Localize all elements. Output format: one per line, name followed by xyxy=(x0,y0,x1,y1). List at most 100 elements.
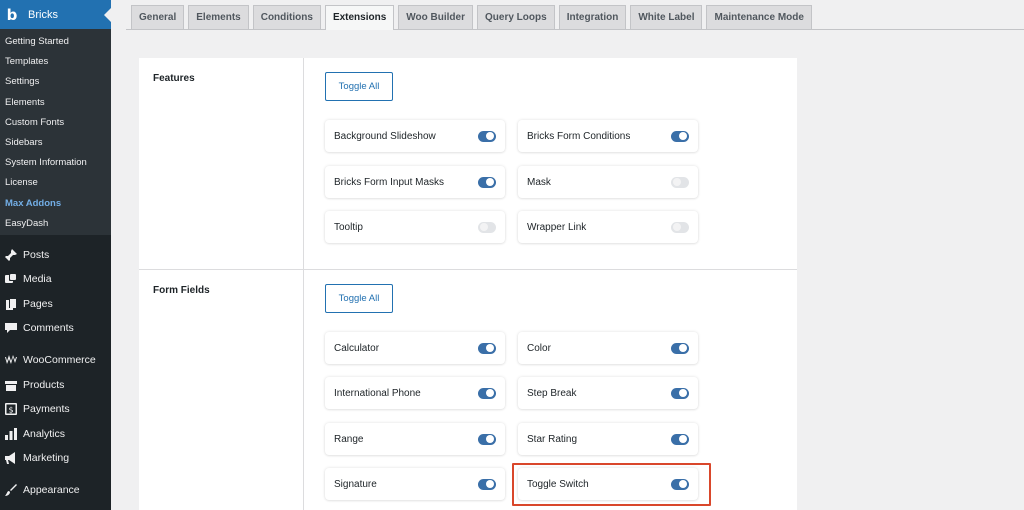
card-label: Wrapper Link xyxy=(527,221,587,233)
field-card-range: Range xyxy=(325,423,505,455)
sidebar-item-pages[interactable]: Pages xyxy=(0,293,111,315)
toggle-switch[interactable] xyxy=(671,130,689,142)
field-card-international-phone: International Phone xyxy=(325,377,505,409)
sidebar-item-posts[interactable]: Posts xyxy=(0,244,111,266)
current-menu-arrow xyxy=(104,8,111,22)
feature-card-bricks-form-input-masks: Bricks Form Input Masks xyxy=(325,166,505,198)
svg-text:$: $ xyxy=(8,406,13,415)
feature-card-background-slideshow: Background Slideshow xyxy=(325,120,505,152)
sidebar-item-marketing[interactable]: Marketing xyxy=(0,447,111,469)
column-divider xyxy=(303,58,304,510)
payments-icon: $ xyxy=(4,403,17,416)
card-label: Mask xyxy=(527,176,551,188)
tab-woo-builder[interactable]: Woo Builder xyxy=(398,5,473,29)
sidebar-item-label: Appearance xyxy=(23,484,80,496)
toggle-switch[interactable] xyxy=(478,176,496,188)
submenu-getting-started[interactable]: Getting Started xyxy=(0,32,111,52)
toggle-switch[interactable] xyxy=(478,130,496,142)
sidebar-item-bricks[interactable]: b Bricks xyxy=(0,0,111,29)
toggle-switch[interactable] xyxy=(478,478,496,490)
toggle-switch[interactable] xyxy=(478,342,496,354)
sidebar-item-payments[interactable]: $ Payments xyxy=(0,398,111,420)
analytics-icon xyxy=(4,428,17,441)
feature-card-tooltip: Tooltip xyxy=(325,211,505,243)
appearance-icon xyxy=(4,484,17,497)
toggle-switch[interactable] xyxy=(671,387,689,399)
submenu-templates[interactable]: Templates xyxy=(0,52,111,72)
submenu-settings[interactable]: Settings xyxy=(0,72,111,92)
sidebar-item-label: Comments xyxy=(23,322,74,334)
toggle-switch[interactable] xyxy=(671,221,689,233)
card-label: Background Slideshow xyxy=(334,130,436,142)
pin-icon xyxy=(4,249,17,262)
tab-white-label[interactable]: White Label xyxy=(630,5,703,29)
sidebar-item-woocommerce[interactable]: WooCommerce xyxy=(0,349,111,371)
tab-conditions[interactable]: Conditions xyxy=(252,5,321,29)
sidebar-brand-label: Bricks xyxy=(28,8,58,21)
feature-card-bricks-form-conditions: Bricks Form Conditions xyxy=(518,120,698,152)
submenu-elements[interactable]: Elements xyxy=(0,93,111,113)
bricks-logo-icon: b xyxy=(6,5,18,24)
products-icon xyxy=(4,379,17,392)
sidebar-item-label: WooCommerce xyxy=(23,354,96,366)
section-title-features: Features xyxy=(153,73,195,84)
section-title-form-fields: Form Fields xyxy=(153,285,210,296)
card-label: Star Rating xyxy=(527,433,578,445)
submenu-system-information[interactable]: System Information xyxy=(0,153,111,173)
tab-general[interactable]: General xyxy=(131,5,185,29)
toggle-switch[interactable] xyxy=(671,433,689,445)
feature-card-mask: Mask xyxy=(518,166,698,198)
comments-icon xyxy=(4,322,17,335)
section-divider xyxy=(139,269,797,270)
submenu-custom-fonts[interactable]: Custom Fonts xyxy=(0,113,111,133)
feature-card-wrapper-link: Wrapper Link xyxy=(518,211,698,243)
card-label: Step Break xyxy=(527,387,577,399)
sidebar-item-label: Pages xyxy=(23,298,53,310)
sidebar-item-products[interactable]: Products xyxy=(0,374,111,396)
field-card-step-break: Step Break xyxy=(518,377,698,409)
field-card-calculator: Calculator xyxy=(325,332,505,364)
card-label: Calculator xyxy=(334,342,380,354)
highlight-box xyxy=(512,463,711,506)
extensions-panel: Features Toggle All Background Slideshow… xyxy=(139,58,797,510)
field-card-star-rating: Star Rating xyxy=(518,423,698,455)
sidebar-item-media[interactable]: Media xyxy=(0,268,111,290)
sidebar-item-appearance[interactable]: Appearance xyxy=(0,479,111,501)
toggle-switch[interactable] xyxy=(478,433,496,445)
woocommerce-icon xyxy=(4,354,17,367)
sidebar-item-analytics[interactable]: Analytics xyxy=(0,423,111,445)
sidebar-item-label: Products xyxy=(23,379,65,391)
sidebar-item-label: Payments xyxy=(23,403,70,415)
card-label: Bricks Form Input Masks xyxy=(334,176,445,188)
bricks-submenu: Getting Started Templates Settings Eleme… xyxy=(0,29,111,235)
tab-elements[interactable]: Elements xyxy=(188,5,249,29)
tab-query-loops[interactable]: Query Loops xyxy=(477,5,555,29)
toggle-switch[interactable] xyxy=(478,387,496,399)
tab-extensions[interactable]: Extensions xyxy=(324,5,395,30)
submenu-license[interactable]: License xyxy=(0,173,111,193)
pages-icon xyxy=(4,298,17,311)
card-label: Tooltip xyxy=(334,221,363,233)
media-icon xyxy=(4,273,17,286)
sidebar-item-label: Media xyxy=(23,273,52,285)
field-card-color: Color xyxy=(518,332,698,364)
toggle-switch[interactable] xyxy=(478,221,496,233)
submenu-sidebars[interactable]: Sidebars xyxy=(0,133,111,153)
toggle-all-form-fields-button[interactable]: Toggle All xyxy=(325,284,393,313)
toggle-switch[interactable] xyxy=(671,176,689,188)
marketing-icon xyxy=(4,452,17,465)
submenu-max-addons[interactable]: Max Addons xyxy=(0,194,111,214)
sidebar-item-label: Posts xyxy=(23,249,50,261)
tab-maintenance-mode[interactable]: Maintenance Mode xyxy=(706,5,812,29)
submenu-easydash[interactable]: EasyDash xyxy=(0,214,111,234)
toggle-all-features-button[interactable]: Toggle All xyxy=(325,72,393,101)
settings-tabs: General Elements Conditions Extensions W… xyxy=(131,5,816,30)
tab-integration[interactable]: Integration xyxy=(558,5,627,29)
sidebar-item-comments[interactable]: Comments xyxy=(0,317,111,339)
sidebar-item-label: Analytics xyxy=(23,428,66,440)
card-label: Bricks Form Conditions xyxy=(527,130,631,142)
card-label: Signature xyxy=(334,478,377,490)
card-label: International Phone xyxy=(334,387,421,399)
toggle-switch[interactable] xyxy=(671,342,689,354)
field-card-signature: Signature xyxy=(325,468,505,500)
